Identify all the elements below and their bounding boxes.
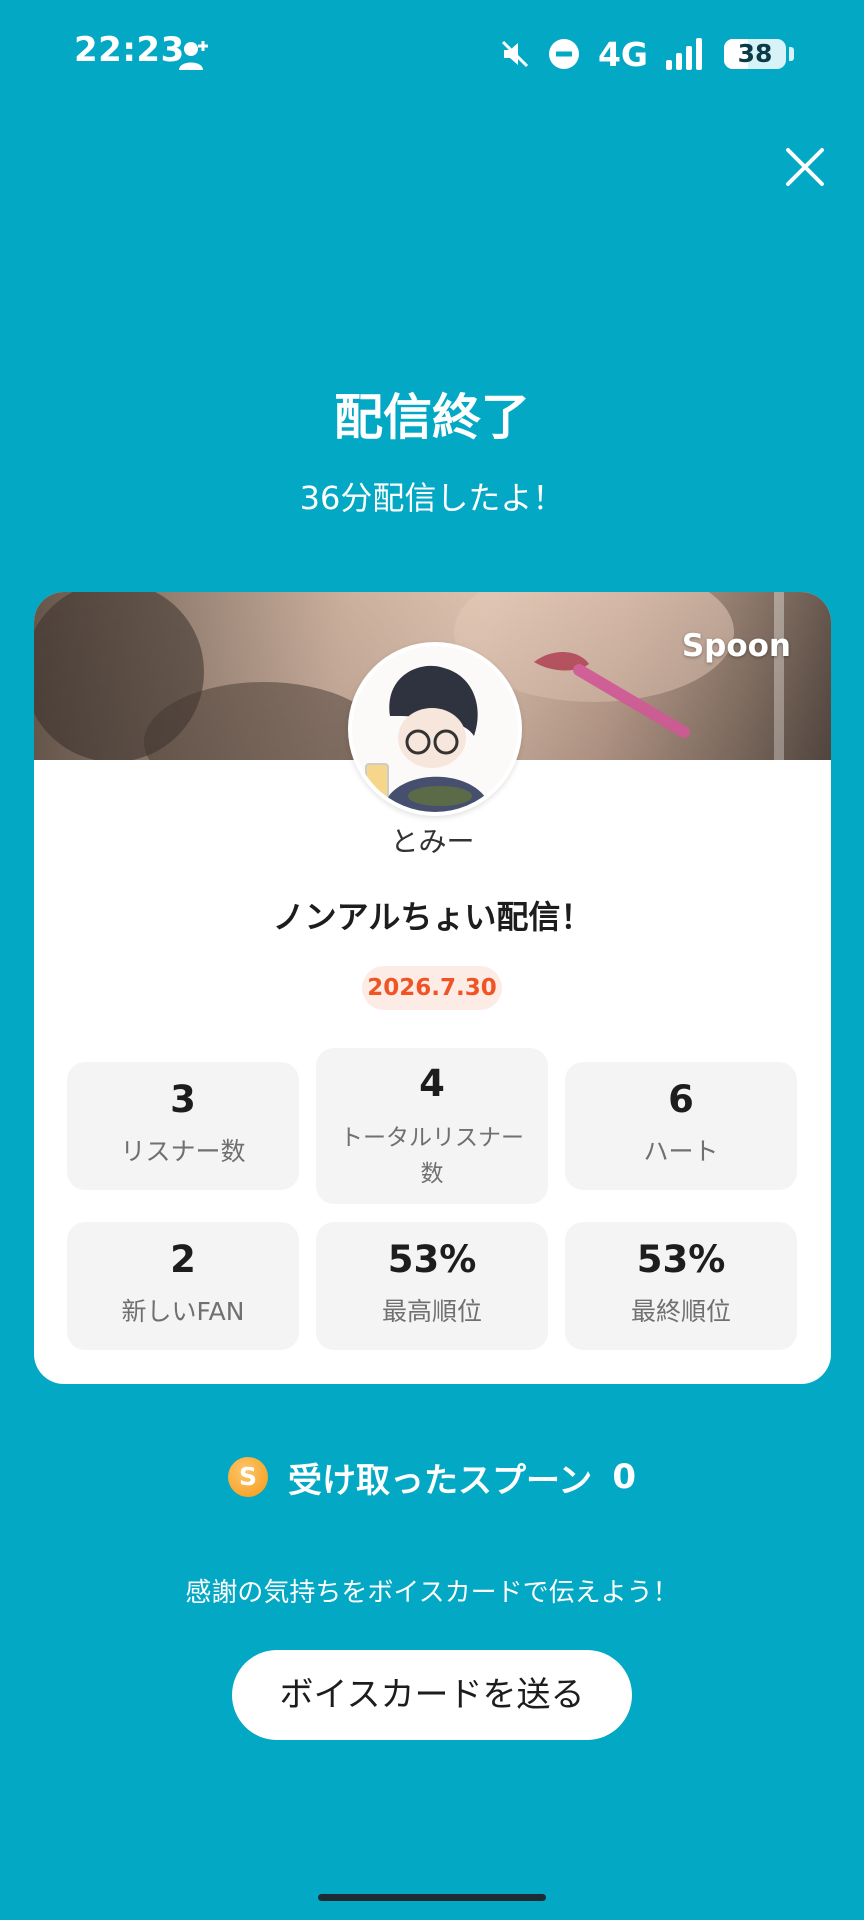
stat-label-line1: トータルリスナー [340, 1125, 524, 1151]
network-type: 4G [597, 34, 648, 74]
spoon-logo: Spoon [681, 628, 791, 664]
battery-icon: 38 [724, 39, 786, 69]
broadcast-title: ノンアルちょい配信！ [272, 898, 593, 936]
stat-value: 6 [668, 1078, 694, 1121]
page-title: 配信終了 [333, 389, 530, 446]
spoons-received: S 受け取ったスプーン 0 [0, 1452, 864, 1502]
battery-level: 38 [737, 39, 773, 68]
battery-tip [789, 47, 794, 61]
stat-listeners: 3 リスナー数 [67, 1062, 299, 1190]
stat-label: ハート [643, 1137, 719, 1166]
date-badge: 2026.7.30 [362, 966, 502, 1010]
status-bar: 22:23 4G 38 [0, 0, 864, 110]
stat-value: 4 [419, 1062, 445, 1105]
person-add-icon [179, 41, 208, 70]
stat-value: 3 [170, 1078, 196, 1121]
stat-new-fans: 2 新しいFAN [67, 1222, 299, 1350]
spoons-count: 0 [612, 1457, 636, 1497]
mute-icon [501, 40, 528, 68]
send-voice-card-button[interactable]: ボイスカードを送る [232, 1650, 632, 1740]
status-icons: 4G 38 [500, 32, 794, 76]
host-name: とみー [390, 825, 475, 858]
close-icon[interactable] [782, 144, 828, 190]
stat-value: 53% [387, 1238, 477, 1281]
signal-icon [666, 38, 702, 70]
stat-label: 最高順位 [381, 1297, 482, 1326]
stat-label: トータルリスナー 数 [316, 1120, 548, 1192]
stat-highest-rank: 53% 最高順位 [316, 1222, 548, 1350]
broadcast-duration: 36分配信したよ！ [299, 479, 565, 517]
stat-value: 2 [170, 1238, 196, 1281]
spoon-coin-icon: S [228, 1457, 268, 1497]
stat-hearts: 6 ハート [565, 1062, 797, 1190]
broadcast-summary-card: Spoon とみー ノンアルちょい配信！ 2026.7.30 3 リスナー数 4… [34, 592, 831, 1384]
spoons-label: 受け取ったスプーン [288, 1460, 593, 1501]
stat-value: 53% [636, 1238, 726, 1281]
avatar [348, 642, 522, 816]
stat-label: 最終順位 [630, 1297, 731, 1326]
status-time: 22:23 [74, 30, 185, 70]
stat-final-rank: 53% 最終順位 [565, 1222, 797, 1350]
stat-total-listeners: 4 トータルリスナー 数 [316, 1048, 548, 1204]
do-not-disturb-icon [548, 39, 579, 69]
stat-label-line2: 数 [420, 1161, 444, 1187]
stat-label: 新しいFAN [121, 1297, 245, 1326]
avatar-illustration [352, 646, 518, 812]
home-indicator[interactable] [318, 1894, 546, 1901]
stat-label: リスナー数 [120, 1137, 246, 1166]
thanks-message: 感謝の気持ちをボイスカードで伝えよう！ [185, 1578, 679, 1608]
